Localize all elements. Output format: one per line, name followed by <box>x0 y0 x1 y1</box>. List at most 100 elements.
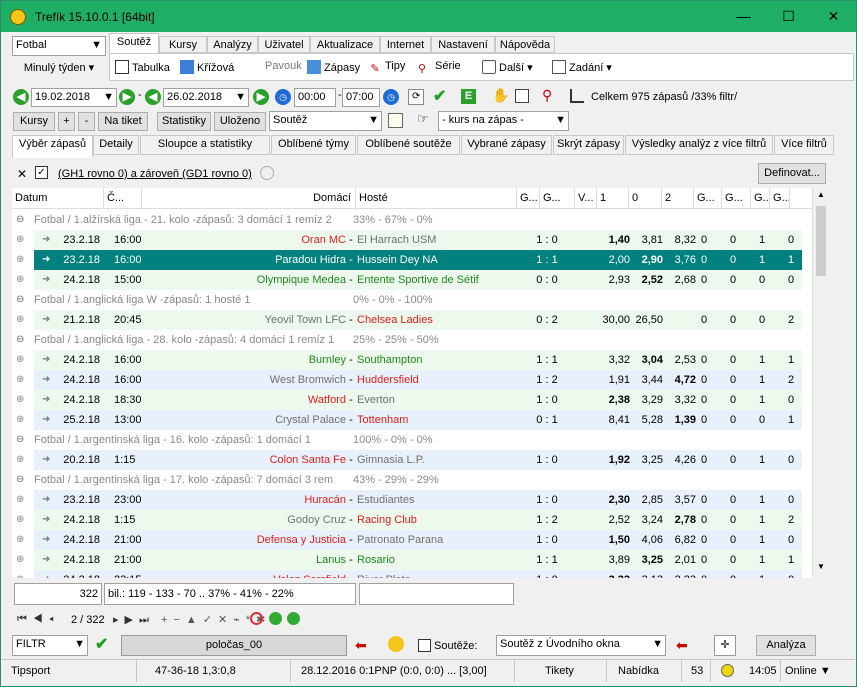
status-online[interactable]: Online ▼ <box>781 660 841 682</box>
column-header-3[interactable]: Hosté <box>356 188 517 209</box>
close-button[interactable]: ✕ <box>811 1 856 31</box>
column-header-5[interactable]: G... <box>540 188 575 209</box>
filtr-select[interactable]: FILTR ▼ <box>12 635 88 656</box>
column-header-13[interactable]: G... <box>770 188 790 209</box>
collapse-icon[interactable]: ⊖ <box>16 210 28 230</box>
subtab-4[interactable]: Oblíbené soutěže <box>357 135 460 155</box>
match-row[interactable]: ⊕ ➜ 20.2.18 1:15 Colon Santa Fe - Gimnasia L.P… <box>16 450 802 470</box>
polocas-field[interactable]: poločas_00 <box>121 635 347 656</box>
group-row[interactable]: ⊖ Fotbal / 1.alžírská liga - 21. kolo -zá… <box>12 210 802 230</box>
subtab-6[interactable]: Skrýt zápasy <box>553 135 624 155</box>
expand-icon[interactable]: ⊕ <box>16 570 30 578</box>
tab-analýzy[interactable]: Analýzy <box>207 36 258 53</box>
tab-nápověda[interactable]: Nápověda <box>495 36 555 53</box>
match-row[interactable]: ⊕ ➜ 24.2.18 15:00 Olympique Medea - Entente Sp… <box>16 270 802 290</box>
match-row[interactable]: ⊕ ➜ 23.2.18 16:00 Paradou Hidra - Hussein Dey … <box>16 250 802 270</box>
column-header-7[interactable]: 1 <box>597 188 629 209</box>
column-header-12[interactable]: G... <box>751 188 770 209</box>
subtab-5[interactable]: Vybrané zápasy <box>461 135 552 155</box>
tab-nastavení[interactable]: Nastavení <box>431 36 495 53</box>
krizova-button[interactable]: Křížová <box>178 60 234 74</box>
time-to-icon-button[interactable]: ◷ <box>383 89 399 105</box>
serie-button[interactable]: ⚲ Série <box>416 60 461 76</box>
checkmark-icon[interactable]: ✔ <box>433 86 446 106</box>
match-row[interactable]: ⊕ ➜ 24.2.18 21:00 Defensa y Justicia - Patrona… <box>16 530 802 550</box>
expand-icon[interactable]: ⊕ <box>16 510 30 530</box>
definovat-button[interactable]: Definovat... <box>758 163 826 184</box>
maximize-button[interactable]: ☐ <box>766 1 811 31</box>
column-header-10[interactable]: G... <box>694 188 722 209</box>
prev-date-from-button[interactable]: ◀ <box>13 89 29 105</box>
group-row[interactable]: ⊖ Fotbal / 1.anglická liga - 28. kolo -zá… <box>12 330 802 350</box>
tabulka-button[interactable]: Tabulka <box>113 60 170 74</box>
period-select[interactable]: Minulý týden ▾ <box>12 58 106 80</box>
column-header-1[interactable]: Č... <box>104 188 142 209</box>
nav-first-prev[interactable]: ⏮◀◂ <box>17 613 60 626</box>
vertical-scrollbar[interactable]: ▲ ▼ <box>812 188 829 578</box>
expand-icon[interactable]: ⊕ <box>16 230 30 250</box>
minus-button[interactable]: - <box>78 112 95 131</box>
match-row[interactable]: ⊕ ➜ 24.2.18 16:00 Burnley - Southampton 1 : 1 3,… <box>16 350 802 370</box>
status-bookmaker[interactable]: Tipsport <box>7 660 137 682</box>
expand-icon[interactable]: ⊕ <box>16 530 30 550</box>
column-header-4[interactable]: G... <box>517 188 540 209</box>
subtab-7[interactable]: Výsledky analýz z více filtrů <box>625 135 773 155</box>
match-row[interactable]: ⊕ ➜24.2.18 23:15Velez Sarsfield-River Plat… <box>16 570 802 578</box>
expand-icon[interactable]: ⊕ <box>16 450 30 470</box>
tab-aktualizace[interactable]: Aktualizace <box>310 36 380 53</box>
subtab-0[interactable]: Výběr zápasů <box>12 135 93 158</box>
expand-icon[interactable]: ⊕ <box>16 310 30 330</box>
scroll-thumb[interactable] <box>816 206 826 276</box>
column-header-11[interactable]: G... <box>722 188 751 209</box>
column-header-0[interactable]: Datum <box>12 188 104 209</box>
person-icon[interactable] <box>388 636 404 652</box>
prev-date-to-button[interactable]: ◀ <box>145 89 161 105</box>
tab-internet[interactable]: Internet <box>380 36 431 53</box>
collapse-icon[interactable]: ⊖ <box>16 330 28 350</box>
sport-select[interactable]: Fotbal ▼ <box>12 36 106 56</box>
subtab-1[interactable]: Detaily <box>93 135 139 155</box>
group-row[interactable]: ⊖ Fotbal / 1.anglická liga W -zápasů: 1 h… <box>12 290 802 310</box>
date-to-field[interactable]: 26.02.2018 ▼ <box>163 88 249 107</box>
close-filter-icon[interactable]: ✕ <box>17 167 27 181</box>
status-tikety[interactable]: Tikety <box>541 660 607 682</box>
zoom-icon[interactable]: ⚲ <box>542 87 552 104</box>
zadani-button[interactable]: Zadání ▾ <box>550 60 612 74</box>
excel-icon[interactable]: E <box>461 89 476 104</box>
filter-funnel-icon[interactable] <box>260 166 274 180</box>
analyza-button[interactable]: Analýza <box>756 635 816 656</box>
subtab-3[interactable]: Oblíbené týmy <box>271 135 356 155</box>
match-row[interactable]: ⊕ ➜ 23.2.18 16:00 Oran MC - El Harrach USM 1 : … <box>16 230 802 250</box>
scroll-down-icon[interactable]: ▼ <box>815 562 827 576</box>
expand-icon[interactable]: ⊕ <box>16 270 30 290</box>
kurs-select[interactable]: - kurs na zápas - ▼ <box>438 111 569 131</box>
filter-expression[interactable]: (GH1 rovno 0) a zároveň (GD1 rovno 0) <box>58 168 252 180</box>
tipy-button[interactable]: ✎ Tipy <box>366 60 405 76</box>
plus-button[interactable]: + <box>58 112 75 131</box>
kursy-button[interactable]: Kursy <box>13 112 55 131</box>
match-row[interactable]: ⊕ ➜ 21.2.18 20:45 Yeovil Town LFC - Chelsea La… <box>16 310 802 330</box>
soutez-select[interactable]: Soutěž ▼ <box>269 111 382 131</box>
print-icon[interactable] <box>515 89 529 103</box>
expand-icon[interactable]: ⊕ <box>16 410 30 430</box>
add-icon[interactable] <box>269 612 282 625</box>
time-to-field[interactable]: 07:00 <box>342 88 380 107</box>
tab-soutěž[interactable]: Soutěž <box>109 33 159 54</box>
expand-icon[interactable]: ⊕ <box>16 250 30 270</box>
filter-checkbox[interactable]: ✓ <box>35 166 48 179</box>
column-header-8[interactable]: 0 <box>629 188 662 209</box>
next-date-button[interactable]: ▶ <box>119 89 135 105</box>
statistiky-button[interactable]: Statistiky <box>157 112 211 131</box>
scroll-up-icon[interactable]: ▲ <box>815 190 827 204</box>
expand-icon[interactable]: ⊕ <box>16 490 30 510</box>
dalsi-button[interactable]: Další ▾ <box>480 60 533 74</box>
stop-icon[interactable] <box>250 612 263 625</box>
column-header-2[interactable]: Domácí <box>142 188 356 209</box>
expand-icon[interactable]: ⊕ <box>16 550 30 570</box>
match-row[interactable]: ⊕ ➜ 24.2.18 21:00 Lanus - Rosario 1 : 1 3,89 3,25… <box>16 550 802 570</box>
minimize-button[interactable]: — <box>721 1 766 31</box>
apply-check-icon[interactable]: ✔ <box>95 634 108 654</box>
collapse-icon[interactable]: ⊖ <box>16 430 28 450</box>
tab-kursy[interactable]: Kursy <box>159 36 207 53</box>
match-row[interactable]: ⊕ ➜ 25.2.18 13:00 Crystal Palace - Tottenham 0 … <box>16 410 802 430</box>
